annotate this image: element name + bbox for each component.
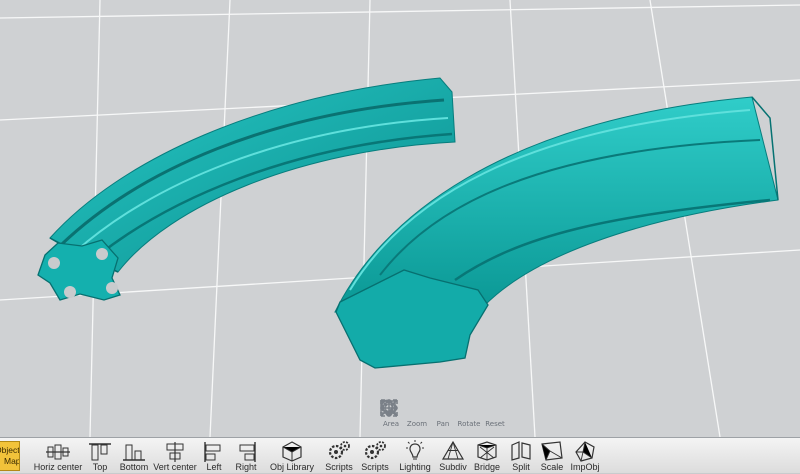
object-map-label-line2: Map <box>4 456 20 466</box>
left-button[interactable]: Left <box>201 438 227 474</box>
lighting-label: Lighting <box>399 462 431 472</box>
top-label: Top <box>92 462 108 472</box>
scripts-button-2[interactable]: Scripts <box>360 438 390 474</box>
top-button[interactable]: Top <box>86 438 114 474</box>
bridge-button[interactable]: Bridge <box>472 438 502 474</box>
pan-arrows-icon <box>380 398 454 420</box>
scripts-button-1[interactable]: Scripts <box>322 438 356 474</box>
split-icon <box>509 438 533 462</box>
impobj-label: ImpObj <box>570 462 600 472</box>
subdiv-button[interactable]: Subdiv <box>438 438 468 474</box>
scale-label: Scale <box>540 462 564 472</box>
right-label: Right <box>235 462 257 472</box>
obj-library-button[interactable]: Obj Library <box>268 438 316 474</box>
horiz-center-icon <box>45 438 71 462</box>
scale-icon <box>540 438 564 462</box>
obj-library-icon <box>279 438 305 462</box>
horiz-center-button[interactable]: Horiz center <box>34 438 82 474</box>
rotate-tool-label: Rotate <box>457 420 481 428</box>
horiz-center-label: Horiz center <box>33 462 83 472</box>
impobj-button[interactable]: ImpObj <box>569 438 601 474</box>
zoom-tool-label: Zoom <box>406 420 428 428</box>
align-right-icon <box>235 438 257 462</box>
reset-tool-label: Reset <box>485 420 505 428</box>
scripts-label-2: Scripts <box>361 462 389 472</box>
light-bulb-icon <box>403 438 427 462</box>
scripts-label-1: Scripts <box>325 462 353 472</box>
rotate-icon <box>380 398 480 420</box>
lighting-button[interactable]: Lighting <box>397 438 433 474</box>
obj-library-label: Obj Library <box>269 462 314 472</box>
bridge-icon <box>475 438 499 462</box>
left-label: Left <box>206 462 222 472</box>
vert-center-icon <box>164 438 186 462</box>
bottom-button[interactable]: Bottom <box>117 438 151 474</box>
bottom-toolbar: Horiz center Top Bottom Vert center Left… <box>0 437 800 473</box>
pan-tool[interactable]: Pan <box>380 398 455 434</box>
split-button[interactable]: Split <box>506 438 536 474</box>
bridge-label: Bridge <box>473 462 500 472</box>
align-bottom-icon <box>122 438 146 462</box>
import-obj-icon <box>573 438 597 462</box>
viewport-navigation-tools: Area Zoom Pan Rotate Reset <box>379 398 507 434</box>
subdiv-icon <box>441 438 465 462</box>
3d-viewport[interactable]: Area Zoom Pan Rotate Reset <box>0 0 800 437</box>
object-map-label-line1: Object <box>0 445 20 455</box>
object-map-button[interactable]: Object Map <box>0 441 20 471</box>
right-button[interactable]: Right <box>232 438 260 474</box>
scale-button[interactable]: Scale <box>538 438 566 474</box>
bottom-label: Bottom <box>119 462 149 472</box>
reset-tool[interactable]: Reset <box>380 398 507 434</box>
zoom-tool[interactable]: Zoom <box>380 398 429 434</box>
rotate-tool[interactable]: Rotate <box>380 398 481 434</box>
area-tool-label: Area <box>382 420 400 428</box>
align-left-icon <box>203 438 225 462</box>
pan-tool-label: Pan <box>436 420 450 428</box>
align-top-icon <box>88 438 112 462</box>
reset-expand-icon <box>380 398 506 420</box>
split-label: Split <box>512 462 530 472</box>
magnifier-icon <box>380 398 428 420</box>
gears-icon <box>362 438 388 462</box>
vert-center-label: Vert center <box>153 462 197 472</box>
gears-icon <box>326 438 352 462</box>
subdiv-label: Subdiv <box>439 462 467 472</box>
vert-center-button[interactable]: Vert center <box>153 438 197 474</box>
